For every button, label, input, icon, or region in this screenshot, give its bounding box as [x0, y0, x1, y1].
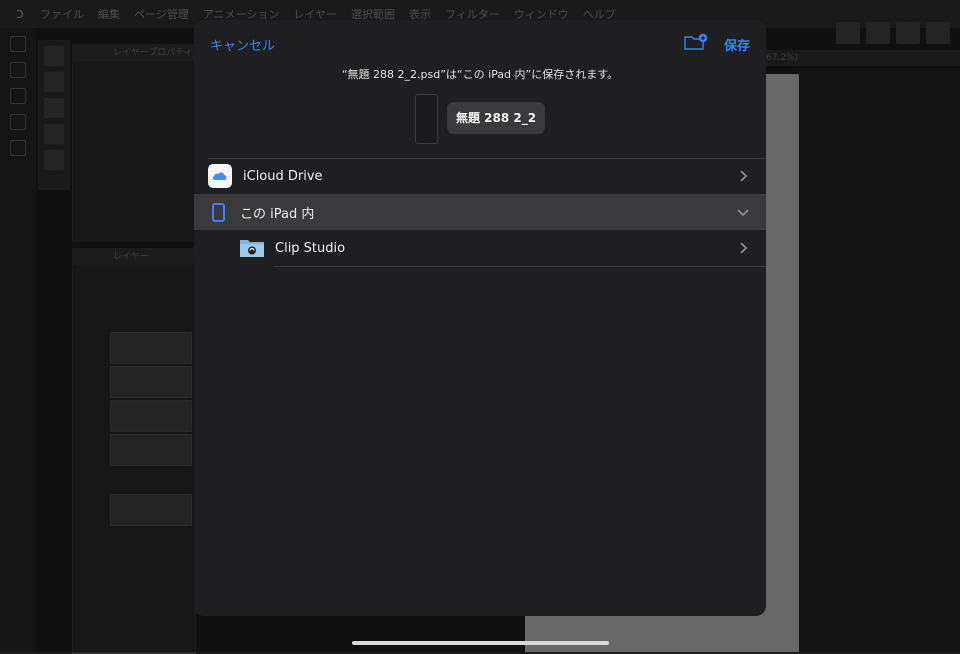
location-row-this-ipad[interactable]: この iPad 内	[194, 194, 766, 230]
folder-icon	[240, 238, 264, 258]
save-location-message: “無題 288 2_2.psd”は“この iPad 内”に保存されます。	[341, 68, 619, 81]
location-row-clip-studio[interactable]: Clip Studio	[194, 230, 766, 266]
location-label-ipad: この iPad 内	[240, 206, 315, 222]
save-button[interactable]: 保存	[724, 35, 750, 54]
chevron-right-icon	[740, 242, 748, 254]
icloud-icon	[208, 164, 232, 188]
cancel-button[interactable]: キャンセル	[210, 35, 275, 54]
save-dialog: キャンセル 保存 “無題 288 2_2.psd”は“この iPad 内”に保存…	[194, 20, 766, 616]
location-label-clip-studio: Clip Studio	[275, 240, 346, 256]
document-thumbnail	[415, 94, 438, 144]
location-label-icloud: iCloud Drive	[243, 168, 323, 184]
home-indicator[interactable]	[352, 641, 609, 645]
new-folder-icon[interactable]	[684, 33, 708, 51]
file-name-field[interactable]: 無題 288 2_2	[447, 102, 545, 134]
chevron-down-icon	[737, 209, 749, 217]
chevron-right-icon	[740, 170, 748, 182]
ipad-icon	[212, 202, 225, 222]
location-row-icloud-drive[interactable]: iCloud Drive	[194, 158, 766, 194]
divider	[274, 266, 766, 267]
